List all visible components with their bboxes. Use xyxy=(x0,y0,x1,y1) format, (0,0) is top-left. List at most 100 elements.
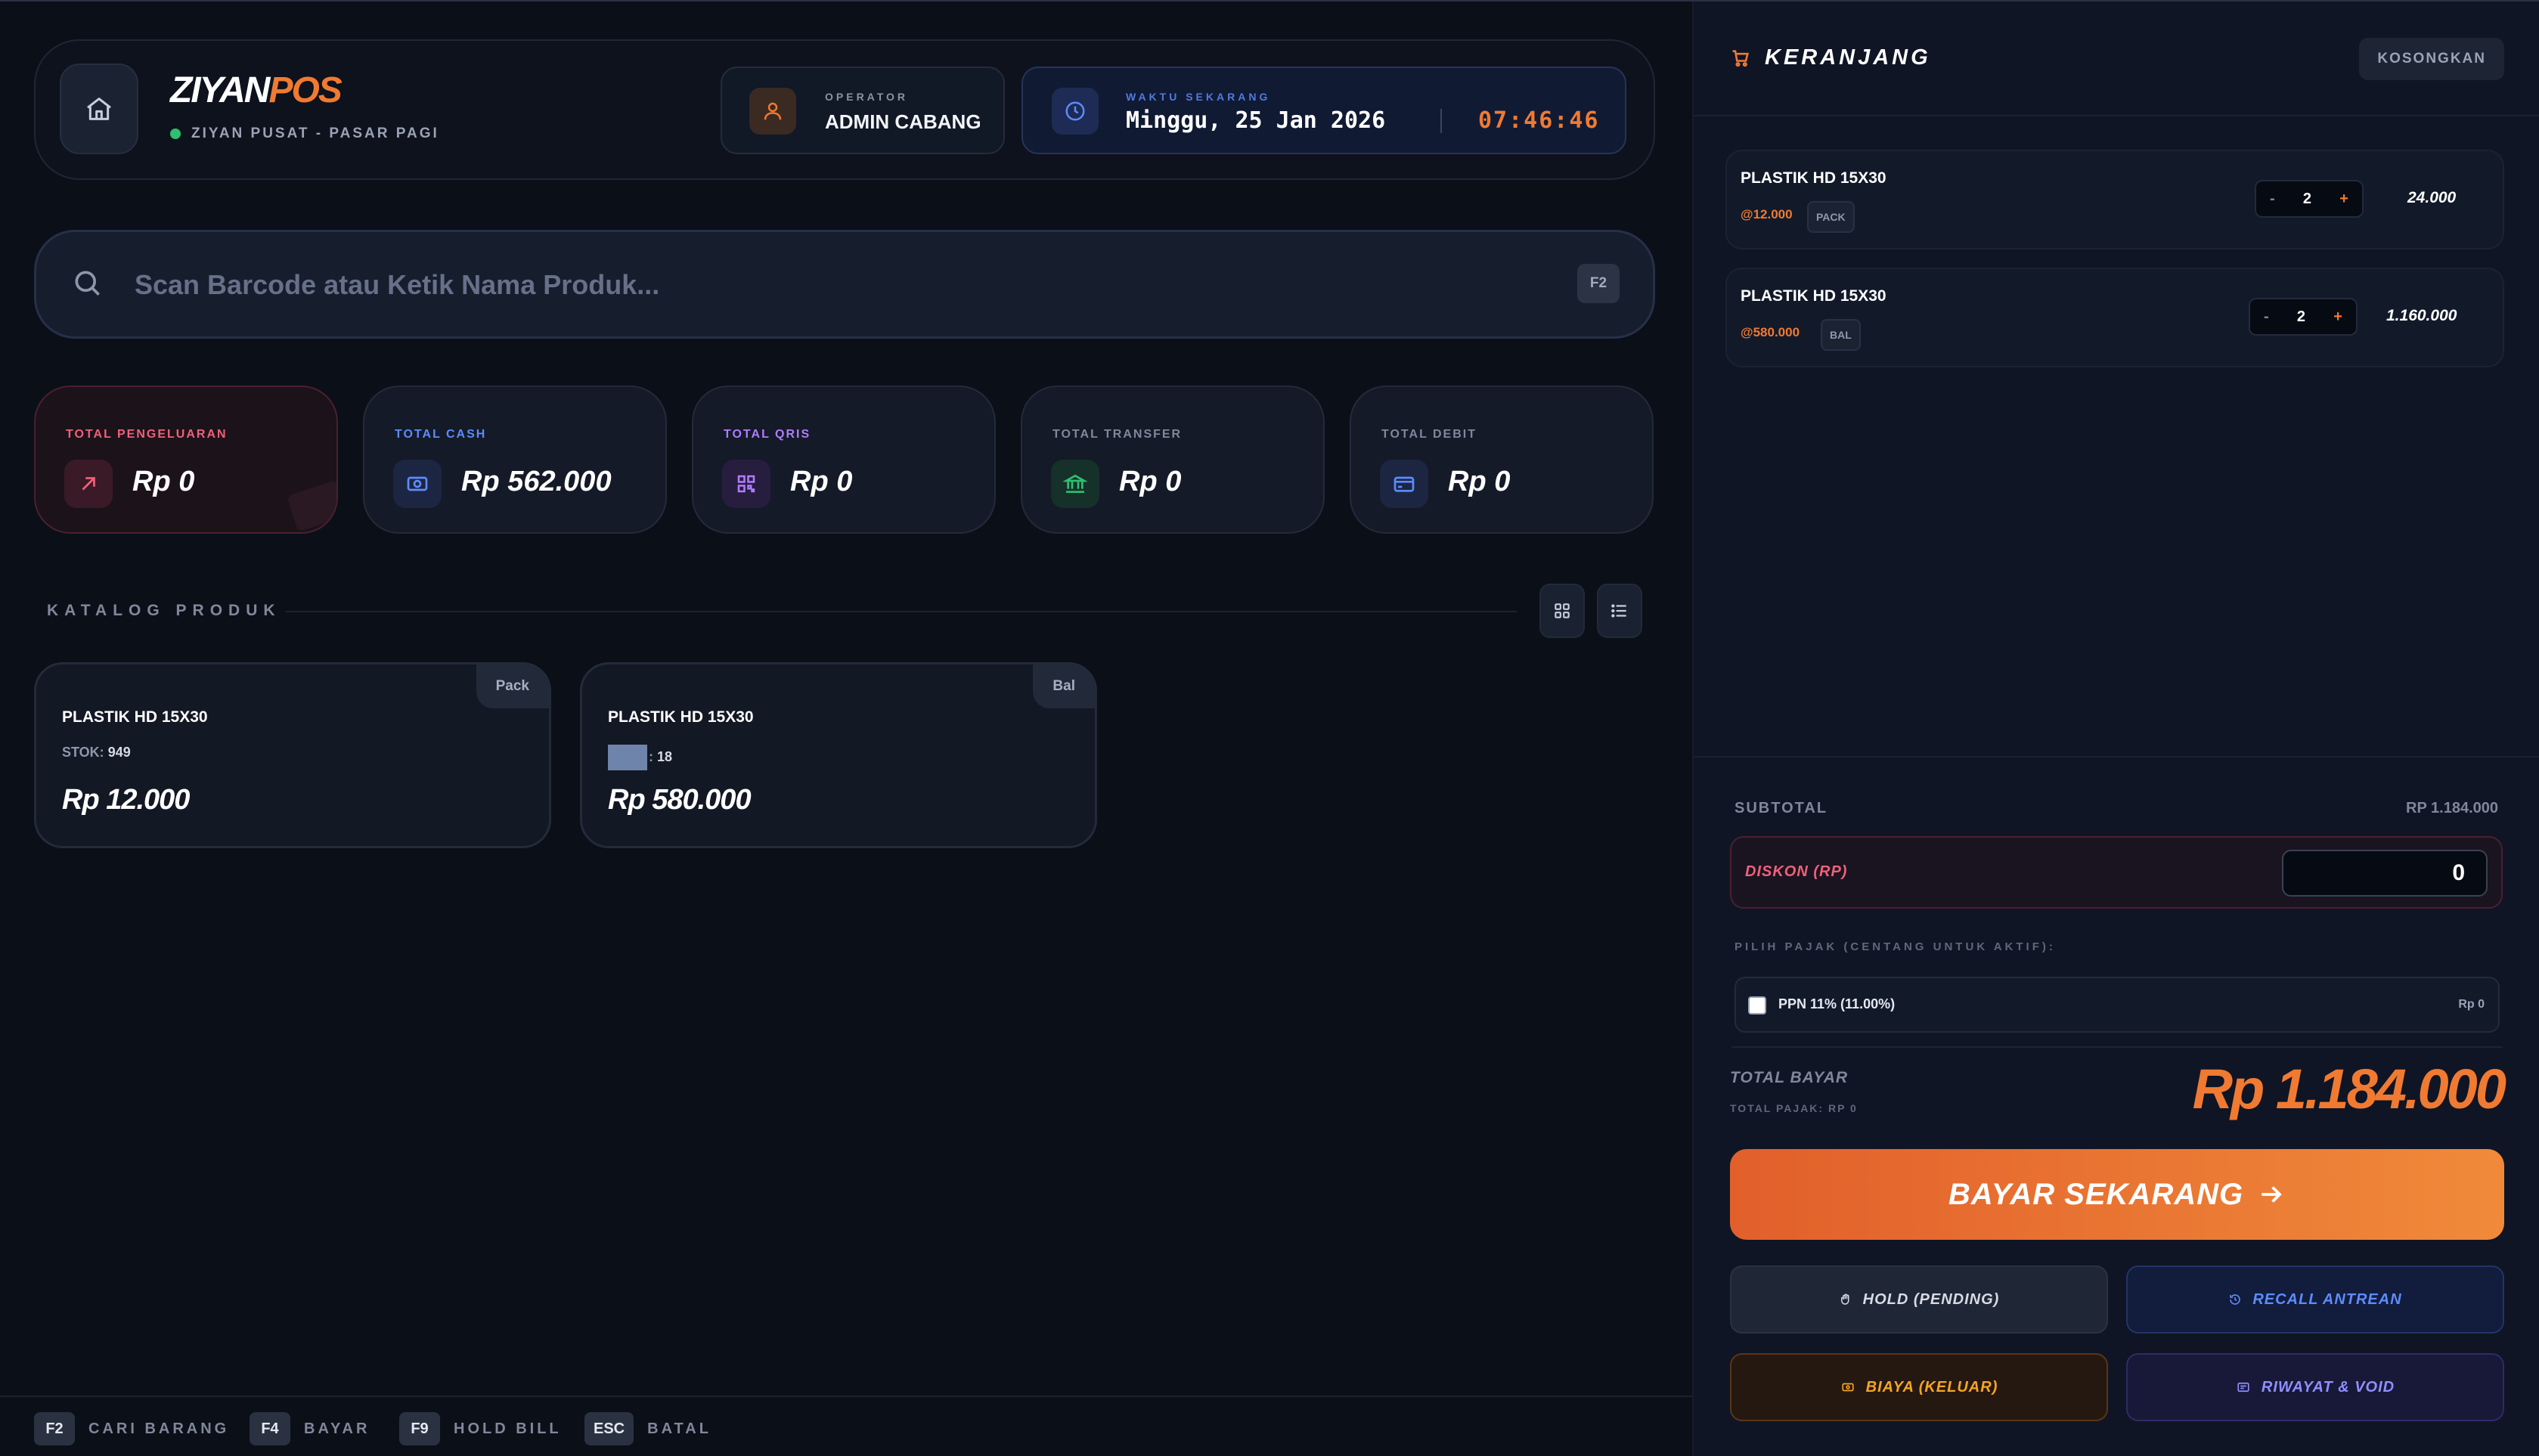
tax-option-value: Rp 0 xyxy=(2458,998,2485,1011)
total-bayar-value: Rp 1.184.000 xyxy=(2192,1058,2506,1120)
current-time: 07:46:46 xyxy=(1478,107,1600,134)
cart-item-name: PLASTIK HD 15X30 xyxy=(1741,169,1886,187)
decrease-qty-button[interactable]: - xyxy=(2264,308,2269,326)
cart-item: PLASTIK HD 15X30 @580.000 BAL - 2 + 1.16… xyxy=(1725,268,2504,367)
qr-icon xyxy=(722,460,770,508)
stat-total-pengeluaran: TOTAL PENGELUARAN Rp 0 xyxy=(34,386,338,534)
bank-icon xyxy=(1051,460,1099,508)
brand-logo: ZIYANPOS xyxy=(170,70,343,111)
branch-name: ZIYAN PUSAT - PASAR PAGI xyxy=(170,125,439,142)
increase-qty-button[interactable]: + xyxy=(2333,308,2342,326)
discount-box: DISKON (RP) xyxy=(1730,836,2503,909)
grid-icon xyxy=(1555,603,1570,618)
stat-total-qris: TOTAL QRIS Rp 0 xyxy=(692,386,996,534)
catalog-title: KATALOG PRODUK xyxy=(47,602,281,619)
tax-section-title: PILIH PAJAK (CENTANG UNTUK AKTIF): xyxy=(1735,940,2056,953)
item-qty: 2 xyxy=(2302,190,2312,207)
home-button[interactable] xyxy=(60,64,138,154)
card-icon xyxy=(1380,460,1428,508)
shortcut-key: ESC xyxy=(584,1412,634,1445)
ghost-card-icon xyxy=(286,479,336,532)
stat-label: TOTAL DEBIT xyxy=(1381,428,1477,441)
cart-title: KERANJANG xyxy=(1730,45,1931,70)
recall-label: RECALL ANTREAN xyxy=(2252,1290,2402,1308)
biaya-label: BIAYA (KELUAR) xyxy=(1865,1378,1998,1396)
shortcut-label: BATAL xyxy=(647,1420,711,1437)
product-price: Rp 12.000 xyxy=(62,784,190,816)
search-input[interactable] xyxy=(135,261,1496,309)
user-icon xyxy=(749,88,796,135)
stat-value: Rp 0 xyxy=(1448,466,1511,497)
ppn-checkbox[interactable] xyxy=(1748,996,1766,1015)
total-bayar-label: TOTAL BAYAR xyxy=(1730,1069,1849,1086)
stat-total-cash: TOTAL CASH Rp 562.000 xyxy=(363,386,667,534)
riwayat-label: RIWAYAT & VOID xyxy=(2261,1378,2395,1396)
shortcut-label: HOLD BILL xyxy=(454,1420,562,1437)
product-stock-label: : xyxy=(649,748,653,764)
product-name: PLASTIK HD 15X30 xyxy=(608,708,754,726)
money-icon xyxy=(1842,1383,1854,1392)
cart-panel: KERANJANG KOSONGKAN PLASTIK HD 15X30 @12… xyxy=(1692,2,2539,1456)
decrease-qty-button[interactable]: - xyxy=(2270,191,2275,208)
shortcut-footer: F2 CARI BARANG F4 BAYAR F9 HOLD BILL ESC… xyxy=(0,1396,1692,1456)
product-card[interactable]: Bal PLASTIK HD 15X30 : 18 Rp 580.000 xyxy=(580,662,1097,848)
product-card[interactable]: Pack PLASTIK HD 15X30 STOK: 949 Rp 12.00… xyxy=(34,662,551,848)
recall-queue-button[interactable]: RECALL ANTREAN xyxy=(2126,1265,2504,1334)
pay-now-button[interactable]: BAYAR SEKARANG xyxy=(1730,1149,2504,1240)
cart-item-total: 24.000 xyxy=(2407,189,2457,206)
main-area: ZIYANPOS ZIYAN PUSAT - PASAR PAGI OPERAT… xyxy=(0,2,1692,1456)
stat-label: TOTAL PENGELUARAN xyxy=(66,428,228,441)
home-icon xyxy=(87,98,111,120)
cart-item-unit-price: @580.000 xyxy=(1741,325,1800,339)
tax-option-label: PPN 11% (11.00%) xyxy=(1778,996,1896,1011)
quantity-stepper: - 2 + xyxy=(2249,298,2358,336)
brand-main-text: ZIYAN xyxy=(170,70,270,110)
operator-label: OPERATOR xyxy=(825,91,909,103)
current-date: Minggu, 25 Jan 2026 xyxy=(1126,107,1386,134)
hold-pending-button[interactable]: HOLD (PENDING) xyxy=(1730,1265,2108,1334)
discount-label: DISKON (RP) xyxy=(1745,863,1848,880)
tax-option-ppn[interactable]: PPN 11% (11.00%) Rp 0 xyxy=(1735,977,2500,1033)
arrow-up-right-icon xyxy=(64,460,113,508)
shortcut-batal: ESC BATAL xyxy=(584,1412,711,1445)
list-icon xyxy=(1611,604,1626,618)
cash-icon xyxy=(393,460,442,508)
product-stock: : 18 xyxy=(608,745,672,770)
product-price: Rp 580.000 xyxy=(608,784,752,816)
shortcut-key: F2 xyxy=(34,1412,75,1445)
stat-label: TOTAL TRANSFER xyxy=(1052,428,1183,441)
product-stock-value: 18 xyxy=(657,748,673,764)
grid-view-button[interactable] xyxy=(1539,584,1585,638)
hand-icon xyxy=(1840,1293,1849,1305)
product-stock: STOK: 949 xyxy=(62,745,131,761)
pay-now-label: BAYAR SEKARANG xyxy=(1948,1177,2244,1211)
discount-input[interactable] xyxy=(2282,850,2488,897)
cart-header: KERANJANG KOSONGKAN xyxy=(1694,2,2539,116)
quantity-stepper: - 2 + xyxy=(2255,180,2364,218)
shortcut-label: BAYAR xyxy=(304,1420,370,1437)
payment-summary: SUBTOTAL RP 1.184.000 DISKON (RP) PILIH … xyxy=(1694,756,2539,1456)
hold-label: HOLD (PENDING) xyxy=(1862,1290,2000,1308)
increase-qty-button[interactable]: + xyxy=(2339,191,2348,208)
history-void-button[interactable]: RIWAYAT & VOID xyxy=(2126,1353,2504,1421)
stat-label: TOTAL CASH xyxy=(395,428,487,441)
product-stock-label: STOK: xyxy=(62,745,104,760)
clear-cart-button[interactable]: KOSONGKAN xyxy=(2359,38,2504,80)
operator-box: OPERATOR ADMIN CABANG xyxy=(721,67,1005,154)
list-view-button[interactable] xyxy=(1597,584,1642,638)
product-unit-tag: Pack xyxy=(476,664,549,708)
time-label: WAKTU SEKARANG xyxy=(1126,91,1271,103)
shortcut-key: F9 xyxy=(399,1412,440,1445)
status-dot-icon xyxy=(170,129,181,139)
product-name: PLASTIK HD 15X30 xyxy=(62,708,208,726)
header-bar: ZIYANPOS ZIYAN PUSAT - PASAR PAGI OPERAT… xyxy=(34,39,1655,180)
shortcut-bayar: F4 BAYAR xyxy=(250,1412,370,1445)
shortcut-hold-bill: F9 HOLD BILL xyxy=(399,1412,562,1445)
expense-button[interactable]: BIAYA (KELUAR) xyxy=(1730,1353,2108,1421)
search-shortcut-badge: F2 xyxy=(1577,264,1620,303)
history-icon xyxy=(2230,1294,2241,1305)
receipt-icon xyxy=(2237,1382,2249,1392)
shortcut-key: F4 xyxy=(250,1412,290,1445)
cart-item-name: PLASTIK HD 15X30 xyxy=(1741,287,1886,305)
time-separator xyxy=(1440,109,1442,133)
